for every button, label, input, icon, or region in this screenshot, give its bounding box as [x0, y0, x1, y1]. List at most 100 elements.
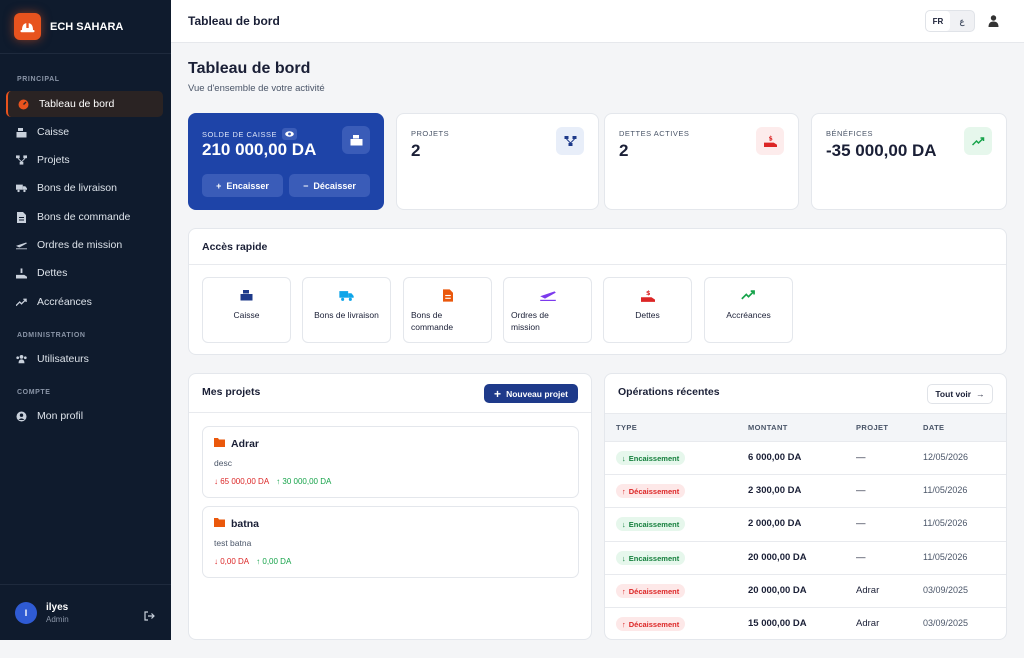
- logout-icon[interactable]: [144, 608, 155, 626]
- type-badge: ↓ Encaissement: [616, 517, 686, 531]
- project: —: [856, 485, 866, 496]
- type-badge: ↑ Décaissement: [616, 617, 686, 631]
- table-row[interactable]: ↓ Encaissement 6 000,00 DA — 12/05/2026: [605, 441, 1006, 474]
- profits-stat-value: -35 000,00 DA: [826, 141, 937, 160]
- table-row[interactable]: ↑ Décaissement 20 000,00 DA Adrar 03/09/2…: [605, 574, 1006, 607]
- sidebar-item-label: Projets: [37, 154, 70, 166]
- users-icon: [16, 354, 27, 365]
- table-row[interactable]: ↓ Encaissement 20 000,00 DA — 11/05/2026: [605, 541, 1006, 574]
- project-in-amount: 30 000,00 DA: [282, 477, 332, 486]
- user-circle-icon: [16, 411, 27, 422]
- user-panel: I ilyes Admin: [0, 584, 171, 640]
- amount: 20 000,00 DA: [748, 585, 807, 596]
- date: 03/09/2025: [923, 618, 969, 628]
- sidebar-item-label: Tableau de bord: [39, 98, 115, 110]
- operations-title: Opérations récentes: [618, 386, 720, 398]
- sidebar-item-label: Bons de commande: [37, 211, 131, 223]
- sidebar-item-missions[interactable]: Ordres de mission: [6, 232, 163, 258]
- gauge-icon: [18, 99, 29, 110]
- project-name: Adrar: [231, 438, 260, 450]
- user-icon[interactable]: [988, 14, 999, 32]
- projects-stat-value: 2: [411, 141, 421, 160]
- quick-item-delivery[interactable]: Bons de livraison: [302, 277, 391, 343]
- view-all-button[interactable]: Tout voir →: [927, 384, 993, 404]
- type-label: Décaissement: [628, 586, 680, 596]
- hand-holding-dollar-icon: $: [640, 288, 655, 302]
- projects-stat-card: PROJETS 2: [396, 113, 599, 210]
- type-badge: ↑ Décaissement: [616, 584, 686, 598]
- project-in: ↑ 0,00 DA: [256, 557, 291, 566]
- sidebar-item-label: Utilisateurs: [37, 353, 89, 365]
- project-card-batna[interactable]: batna test batna ↓ 0,00 DA ↑ 0,00 DA: [202, 506, 579, 578]
- sidebar-item-delivery[interactable]: Bons de livraison: [6, 175, 163, 201]
- arrow-down-icon: ↓: [214, 557, 218, 566]
- eye-icon[interactable]: [282, 128, 298, 140]
- type-label: Décaissement: [628, 486, 680, 496]
- quick-item-receivables[interactable]: Accréances: [704, 277, 793, 343]
- arrow-down-icon: ↓: [622, 519, 626, 529]
- section-administration: ADMINISTRATION: [17, 332, 86, 339]
- sidebar-item-cash[interactable]: Caisse: [6, 119, 163, 145]
- date: 11/05/2026: [923, 485, 968, 495]
- project-name: batna: [231, 518, 260, 530]
- sidebar-item-label: Mon profil: [37, 410, 84, 422]
- table-row[interactable]: ↑ Décaissement 2 300,00 DA — 11/05/2026: [605, 474, 1006, 507]
- new-project-button[interactable]: + Nouveau projet: [484, 384, 578, 403]
- quick-item-orders[interactable]: Bons de commande: [403, 277, 492, 343]
- project-card-adrar[interactable]: Adrar desc ↓ 65 000,00 DA ↑ 30 000,00 DA: [202, 426, 579, 498]
- sidebar-item-dashboard[interactable]: Tableau de bord: [6, 91, 163, 117]
- cash-register-icon: [240, 288, 253, 302]
- sidebar-item-debts[interactable]: Dettes: [6, 260, 163, 286]
- sidebar-item-profile[interactable]: Mon profil: [6, 403, 163, 429]
- sidebar-item-receivables[interactable]: Accréances: [6, 289, 163, 315]
- project-out: ↓ 0,00 DA: [214, 557, 249, 566]
- brand[interactable]: ECH SAHARA: [0, 0, 171, 54]
- arrow-down-icon: ↓: [622, 553, 626, 563]
- section-principal: PRINCIPAL: [17, 76, 60, 83]
- avatar: I: [15, 601, 37, 624]
- project-out: ↓ 65 000,00 DA: [214, 477, 269, 486]
- sidebar-item-projects[interactable]: Projets: [6, 147, 163, 173]
- quick-item-missions[interactable]: Ordres de mission: [503, 277, 592, 343]
- amount: 20 000,00 DA: [748, 552, 807, 563]
- date: 03/09/2025: [923, 585, 969, 595]
- file-invoice-icon: [16, 211, 27, 223]
- sidebar-item-label: Caisse: [37, 126, 70, 138]
- quick-item-debts[interactable]: $ Dettes: [603, 277, 692, 343]
- project-in-amount: 0,00 DA: [262, 557, 292, 566]
- project-desc: desc: [214, 458, 232, 468]
- amount: 2 300,00 DA: [748, 485, 802, 496]
- table-row[interactable]: ↑ Décaissement 15 000,00 DA Adrar 03/09/2…: [605, 607, 1006, 639]
- lang-ar-button[interactable]: ع: [950, 11, 974, 31]
- cash-label: SOLDE DE CAISSE: [202, 129, 278, 139]
- my-projects-card: Mes projets + Nouveau projet Adrar desc ↓…: [188, 373, 592, 640]
- sidebar-item-users[interactable]: Utilisateurs: [6, 346, 163, 372]
- col-amount: MONTANT: [748, 423, 788, 432]
- project-diagram-icon: [556, 127, 584, 155]
- quick-access-title: Accès rapide: [202, 241, 268, 253]
- cash-out-label: Décaisser: [313, 180, 356, 191]
- lang-fr-button[interactable]: FR: [926, 11, 950, 31]
- arrow-up-icon: ↑: [622, 486, 626, 496]
- quick-item-label: Bons de commande: [411, 310, 454, 332]
- project: —: [856, 518, 866, 529]
- plus-icon: +: [494, 386, 502, 401]
- projects-stat-label: PROJETS: [411, 129, 450, 138]
- quick-item-cash[interactable]: Caisse: [202, 277, 291, 343]
- sidebar-item-orders[interactable]: Bons de commande: [6, 204, 163, 230]
- minus-icon: −: [303, 180, 309, 191]
- arrow-up-icon: ↑: [276, 477, 281, 486]
- user-role: Admin: [46, 614, 69, 624]
- cash-out-button[interactable]: − Décaisser: [289, 174, 370, 197]
- cash-in-button[interactable]: + Encaisser: [202, 174, 283, 197]
- amount: 6 000,00 DA: [748, 452, 802, 463]
- debts-stat-value: 2: [619, 141, 629, 160]
- date: 11/05/2026: [923, 518, 968, 528]
- sidebar-item-label: Dettes: [37, 267, 68, 279]
- truck-icon: [339, 288, 354, 302]
- plane-icon: [16, 240, 27, 251]
- cash-balance-card: SOLDE DE CAISSE 210 000,00 DA + Encaisser…: [188, 113, 384, 210]
- table-row[interactable]: ↓ Encaissement 2 000,00 DA — 11/05/2026: [605, 507, 1006, 540]
- brand-name: ECH SAHARA: [50, 20, 124, 33]
- project-desc: test batna: [214, 538, 252, 548]
